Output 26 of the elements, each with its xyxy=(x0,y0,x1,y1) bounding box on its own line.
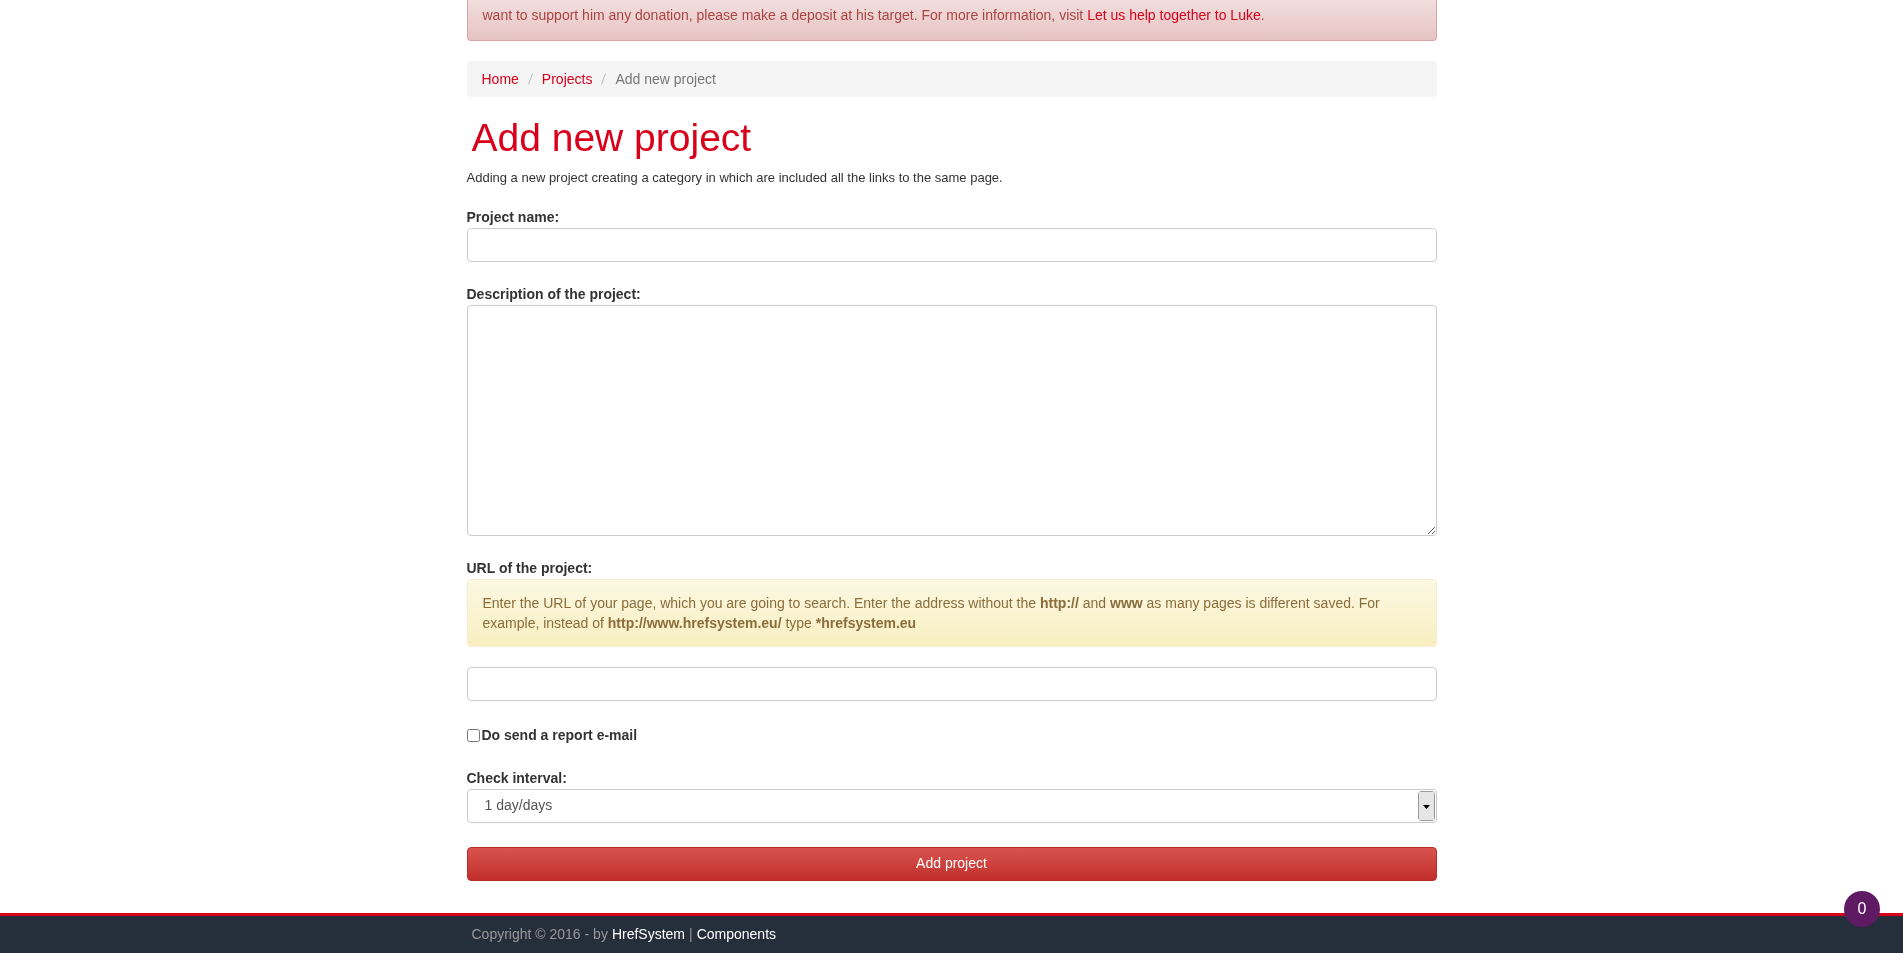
counter-badge[interactable]: 0 xyxy=(1844,891,1880,927)
page-title: Add new project xyxy=(470,115,752,161)
breadcrumb-separator-icon xyxy=(527,73,533,85)
breadcrumb-link[interactable]: Projects xyxy=(541,68,593,90)
notice-link[interactable]: Let us help together to Luke xyxy=(1087,7,1261,23)
add-project-button[interactable]: Add project xyxy=(466,846,1437,881)
text-area[interactable] xyxy=(466,304,1437,536)
footer-link[interactable]: Components xyxy=(696,924,777,945)
text-field[interactable] xyxy=(466,227,1437,262)
field-label: Check interval: xyxy=(466,769,567,787)
field-label: URL of the project: xyxy=(466,559,593,577)
intro-text: Adding a new project creating a category in which are included all the links to the same page. xyxy=(466,169,1003,187)
footer-separator: | xyxy=(689,925,693,944)
breadcrumb-current-text: Add new project xyxy=(615,69,716,89)
select-field[interactable]: 1 day/days xyxy=(466,788,1437,823)
copyright-text: Copyright © 2016 - by xyxy=(471,925,608,944)
field-label: Project name: xyxy=(466,208,560,226)
footer-link[interactable]: HrefSystem xyxy=(611,924,685,945)
checkbox-label: Do send a report e-mail xyxy=(481,725,638,745)
breadcrumb-link[interactable]: Home xyxy=(481,68,519,90)
text-field[interactable] xyxy=(466,666,1437,701)
breadcrumb-separator-icon xyxy=(601,73,607,85)
checkbox[interactable] xyxy=(466,728,480,742)
notice-text: want to support him any donation, please make a deposit at his target. For more information, visit Let us help together to Luke. xyxy=(482,6,1266,25)
hint-text: Enter the URL of your page, which you are going to search. Enter the address without the http:// and www as many pages is different saved. For example, instead of http://www.hrefsystem.eu/ type *hrefsystem.eu xyxy=(482,593,1381,633)
field-label: Description of the project: xyxy=(466,285,641,303)
